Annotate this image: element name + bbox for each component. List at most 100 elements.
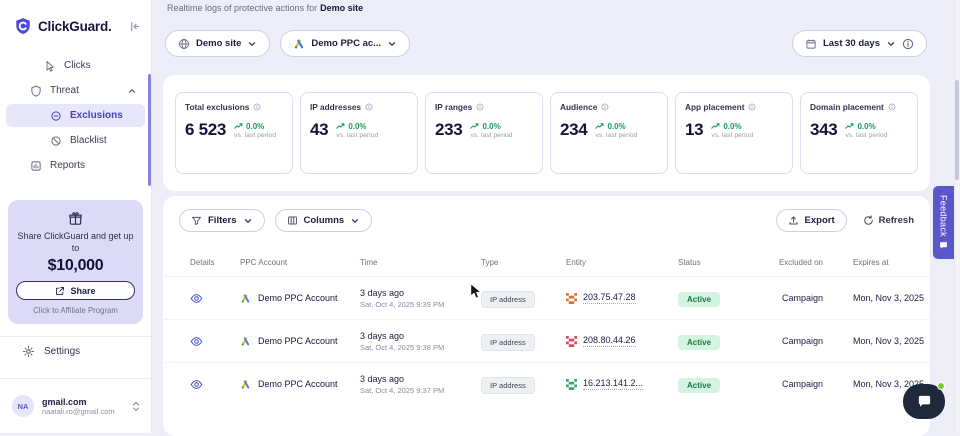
status-cell: Active xyxy=(678,375,778,393)
globe-icon xyxy=(178,38,190,50)
chevron-updown-icon xyxy=(131,400,141,413)
type-badge: IP address xyxy=(481,334,535,351)
excluded-on-cell: Campaign xyxy=(778,336,823,346)
info-icon[interactable] xyxy=(476,103,484,111)
page-scrollbar-track[interactable] xyxy=(954,0,960,433)
collapse-sidebar-button[interactable] xyxy=(128,20,141,33)
column-header-time[interactable]: Time xyxy=(360,258,481,267)
stat-label: Domain placement xyxy=(810,102,884,112)
stat-value: 6 523 xyxy=(185,120,226,140)
stat-label: Total exclusions xyxy=(185,102,249,112)
entity-cell[interactable]: 16.213.141.2... xyxy=(566,378,678,390)
column-header-entity[interactable]: Entity xyxy=(566,258,678,267)
ppc-account-filter-dropdown[interactable]: Demo PPC ac... xyxy=(280,30,410,57)
affiliate-link[interactable]: Click to Affiliate Program xyxy=(16,306,135,315)
date-range-value: Last 30 days xyxy=(823,38,880,49)
chat-launcher-button[interactable] xyxy=(903,384,945,419)
details-eye-button[interactable] xyxy=(190,335,240,348)
column-header-ppc-account[interactable]: PPC Account xyxy=(240,258,360,267)
entity-value: 16.213.141.2... xyxy=(583,378,643,390)
report-chart-icon xyxy=(30,160,42,172)
date-range-dropdown[interactable]: Last 30 days xyxy=(792,30,927,57)
stat-card-audience: Audience 234 0.0% vs. last period xyxy=(550,92,668,174)
exclusions-table-panel: Filters Columns Export Refresh Details P… xyxy=(163,196,930,436)
stat-period: vs. last period xyxy=(595,132,637,139)
google-ads-icon xyxy=(240,336,251,347)
brand-name: ClickGuard. xyxy=(38,19,112,34)
settings-label: Settings xyxy=(44,346,80,357)
expires-at-cell: Mon, Nov 3, 2025 xyxy=(823,336,928,346)
page-scrollbar-thumb[interactable] xyxy=(955,80,959,180)
sidebar-item-label: Blacklist xyxy=(70,135,107,146)
time-cell: 3 days agoSat, Oct 4, 2025 9:38 PM xyxy=(360,331,481,352)
time-cell: 3 days agoSat, Oct 4, 2025 9:37 PM xyxy=(360,374,481,395)
ip-identicon-icon xyxy=(566,293,577,304)
stat-card-app-placement: App placement 13 0.0% vs. last period xyxy=(675,92,793,174)
details-eye-button[interactable] xyxy=(190,292,240,305)
column-header-status[interactable]: Status xyxy=(678,258,778,267)
toolbar-right: Export Refresh xyxy=(776,209,914,232)
sidebar-item-blacklist[interactable]: Blacklist xyxy=(6,129,145,152)
stat-value: 343 xyxy=(810,120,837,140)
filters-label: Filters xyxy=(208,215,237,226)
sidebar-item-settings[interactable]: Settings xyxy=(0,336,151,366)
refresh-label: Refresh xyxy=(879,215,914,226)
trending-up-icon xyxy=(845,122,854,130)
export-button[interactable]: Export xyxy=(776,209,847,232)
ban-circle-icon xyxy=(50,135,62,147)
entity-cell[interactable]: 203.75.47.28 xyxy=(566,292,678,304)
info-icon[interactable] xyxy=(601,103,609,111)
ip-identicon-icon xyxy=(566,336,577,347)
sidebar-scrollbar-thumb[interactable] xyxy=(148,74,151,186)
ppc-account-name: Demo PPC Account xyxy=(258,379,338,389)
time-absolute: Sat, Oct 4, 2025 9:38 PM xyxy=(360,343,481,352)
site-filter-value: Demo site xyxy=(196,38,241,49)
eye-icon xyxy=(190,335,203,348)
ppc-account-name: Demo PPC Account xyxy=(258,336,338,346)
status-cell: Active xyxy=(678,332,778,350)
stat-period: vs. last period xyxy=(845,132,887,139)
share-button[interactable]: Share xyxy=(16,281,135,300)
column-header-type[interactable]: Type xyxy=(481,258,566,267)
stat-card-domain-placement: Domain placement 343 0.0% vs. last perio… xyxy=(800,92,918,174)
columns-dropdown[interactable]: Columns xyxy=(275,209,373,232)
stat-trend: 0.0% xyxy=(348,122,366,131)
info-icon xyxy=(902,38,914,50)
sidebar-item-clicks[interactable]: Clicks xyxy=(6,54,145,77)
promo-text: Share ClickGuard and get up to xyxy=(16,230,135,254)
export-label: Export xyxy=(805,215,835,226)
account-switcher[interactable]: NA gmail.com naatali.ro@gmail.com xyxy=(0,378,151,433)
filters-dropdown[interactable]: Filters xyxy=(179,209,265,232)
entity-cell[interactable]: 208.80.44.26 xyxy=(566,335,678,347)
chevron-down-icon xyxy=(886,39,896,49)
info-icon[interactable] xyxy=(365,103,373,111)
column-header-excluded-on[interactable]: Excluded on xyxy=(778,258,823,267)
stat-period: vs. last period xyxy=(711,132,753,139)
excluded-on-cell: Campaign xyxy=(778,379,823,389)
time-relative: 3 days ago xyxy=(360,288,481,298)
info-icon[interactable] xyxy=(888,103,896,111)
details-eye-button[interactable] xyxy=(190,378,240,391)
type-cell: IP address xyxy=(481,289,566,308)
stat-period: vs. last period xyxy=(470,132,512,139)
stat-card-ip-addresses: IP addresses 43 0.0% vs. last period xyxy=(300,92,418,174)
sidebar-item-threat[interactable]: Threat xyxy=(6,79,145,102)
column-header-details[interactable]: Details xyxy=(190,258,240,267)
gear-icon xyxy=(22,345,35,358)
column-header-expires-at[interactable]: Expires at xyxy=(823,258,928,267)
feedback-tab[interactable]: Feedback xyxy=(933,186,954,259)
table-row: Demo PPC Account 3 days agoSat, Oct 4, 2… xyxy=(163,276,930,319)
sidebar-item-reports[interactable]: Reports xyxy=(6,154,145,177)
info-icon[interactable] xyxy=(253,103,261,111)
columns-label: Columns xyxy=(304,215,345,226)
table-toolbar: Filters Columns Export Refresh xyxy=(163,196,930,240)
site-filter-dropdown[interactable]: Demo site xyxy=(165,30,270,57)
info-icon[interactable] xyxy=(748,103,756,111)
refresh-button[interactable]: Refresh xyxy=(863,215,914,226)
stat-trend: 0.0% xyxy=(482,122,500,131)
google-ads-icon xyxy=(293,38,305,50)
sidebar-item-exclusions[interactable]: Exclusions xyxy=(6,104,145,127)
sidebar-item-label: Threat xyxy=(50,85,79,96)
trending-up-icon xyxy=(711,122,720,130)
ppc-account-cell: Demo PPC Account xyxy=(240,336,360,347)
